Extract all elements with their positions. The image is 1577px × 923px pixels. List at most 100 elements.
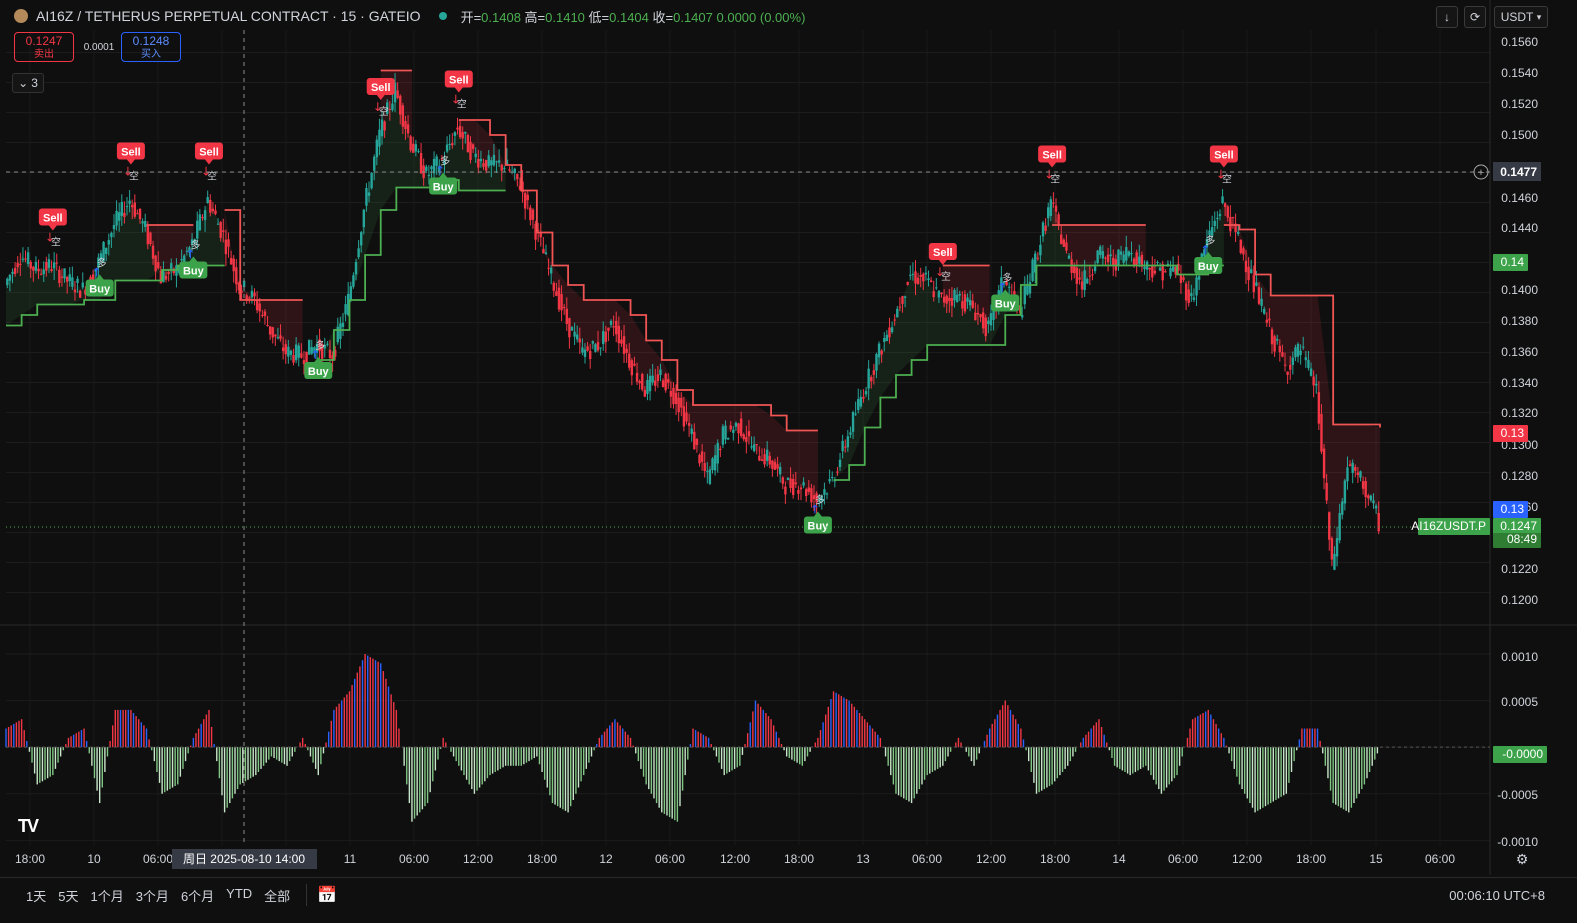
candle-body <box>427 174 431 176</box>
candle-body <box>942 296 946 303</box>
candle-body <box>482 163 485 167</box>
candle-body <box>922 273 925 282</box>
signal-text: Buy <box>433 182 455 194</box>
candle-body <box>883 337 886 342</box>
candle-body <box>786 478 790 480</box>
candle-body <box>24 258 27 260</box>
candle-body <box>328 349 332 359</box>
time-axis-label: 18:00 <box>1296 852 1326 866</box>
range-5d[interactable]: 5天 <box>52 886 84 905</box>
candle-body <box>104 247 108 254</box>
currency-select[interactable]: USDT ▾ <box>1494 6 1548 28</box>
candle-body <box>893 319 896 321</box>
candle-body <box>1320 413 1323 452</box>
candle-body <box>974 312 977 321</box>
sell-button[interactable]: 0.1247 卖出 <box>14 32 74 62</box>
plus-icon: + <box>1478 167 1484 179</box>
candle-body <box>1268 318 1271 321</box>
candle-body <box>669 390 673 397</box>
candle-body <box>799 487 803 490</box>
range-ytd[interactable]: YTD <box>220 886 258 905</box>
candle-body <box>214 210 217 215</box>
candle-body <box>1130 252 1133 255</box>
candle-body <box>180 258 183 261</box>
time-axis-label: 11 <box>344 852 357 866</box>
candle-body <box>349 286 353 301</box>
candle-body <box>1197 276 1201 280</box>
crosshair-time-text: 周日 2025-08-10 14:00 <box>183 852 305 866</box>
range-1m[interactable]: 1个月 <box>84 886 129 905</box>
candle-body <box>984 317 987 337</box>
candle-body <box>1221 196 1224 204</box>
arrow-up-icon: ↑ <box>92 266 102 280</box>
candle-body <box>276 337 280 339</box>
symbol-title[interactable]: AI16Z / TETHERUS PERPETUAL CONTRACT · 15… <box>36 8 421 24</box>
candle-body <box>1283 364 1287 366</box>
candle-body <box>1119 251 1123 255</box>
candle-body <box>950 298 954 306</box>
candle-body <box>128 200 131 204</box>
candle-body <box>1036 257 1040 259</box>
candle-body <box>445 144 449 152</box>
candle-body <box>615 320 618 335</box>
range-1d[interactable]: 1天 <box>20 886 52 905</box>
candle-body <box>1109 254 1112 257</box>
time-axis-label: 06:00 <box>912 852 942 866</box>
candle-body <box>1044 225 1047 231</box>
green-level-tag-text: 0.14 <box>1501 255 1525 269</box>
sync-button[interactable]: ⟳ <box>1464 6 1486 28</box>
candle-body <box>1304 357 1308 361</box>
candle-body <box>203 210 207 221</box>
candle-body <box>300 353 303 358</box>
candle-body <box>703 463 706 471</box>
candle-body <box>261 314 264 316</box>
candle-body <box>617 325 621 344</box>
blue-level-tag-text: 0.13 <box>1501 502 1525 516</box>
chart-canvas[interactable]: Sell空↓Buy多↑Sell空↓Buy多↑Sell空↓Buy多↑Sell空↓B… <box>0 0 1577 923</box>
market-status-icon <box>438 12 447 20</box>
candle-body <box>6 278 9 286</box>
candle-body <box>544 252 548 255</box>
range-6m[interactable]: 6个月 <box>175 886 220 905</box>
download-button[interactable]: ↓ <box>1436 6 1458 28</box>
candle-body <box>857 399 860 411</box>
candle-body <box>401 105 405 127</box>
arrow-up-icon: ↑ <box>435 164 445 178</box>
candle-body <box>539 233 542 238</box>
price-axis-label: 0.1360 <box>1501 345 1538 359</box>
candle-body <box>253 292 256 297</box>
price-axis-label: 0.1320 <box>1501 406 1538 420</box>
candle-body <box>50 269 53 272</box>
osc-axis-label: 0.0010 <box>1501 650 1538 664</box>
calendar-icon[interactable]: 📅 <box>317 885 337 905</box>
range-all[interactable]: 全部 <box>258 886 296 905</box>
candle-body <box>419 153 423 174</box>
candle-body <box>732 429 735 433</box>
candle-body <box>700 451 704 462</box>
indicators-toggle[interactable]: ⌄ 3 <box>12 73 44 93</box>
candle-body <box>953 290 956 301</box>
price-axis-label: 0.1440 <box>1501 221 1538 235</box>
candle-body <box>1236 231 1240 234</box>
candle-body <box>1257 287 1261 304</box>
candle-body <box>21 258 25 260</box>
osc-axis-label: 0.0005 <box>1501 695 1538 709</box>
candle-body <box>622 336 626 354</box>
candle-body <box>716 443 719 464</box>
candle-body <box>1289 364 1292 370</box>
candle-body <box>1260 298 1263 306</box>
candle-body <box>628 353 631 368</box>
candle-body <box>750 446 753 448</box>
candle-body <box>968 299 972 306</box>
candle-body <box>133 202 137 217</box>
candle-body <box>1374 505 1378 509</box>
candle-body <box>1171 266 1175 272</box>
range-3m[interactable]: 3个月 <box>130 886 175 905</box>
candle-body <box>674 392 678 404</box>
candle-body <box>1330 538 1334 560</box>
candle-body <box>425 166 428 171</box>
arrow-down-icon: ↓ <box>1216 168 1226 182</box>
candle-body <box>370 172 373 189</box>
candle-body <box>255 300 259 311</box>
buy-button[interactable]: 0.1248 买入 <box>121 32 181 62</box>
